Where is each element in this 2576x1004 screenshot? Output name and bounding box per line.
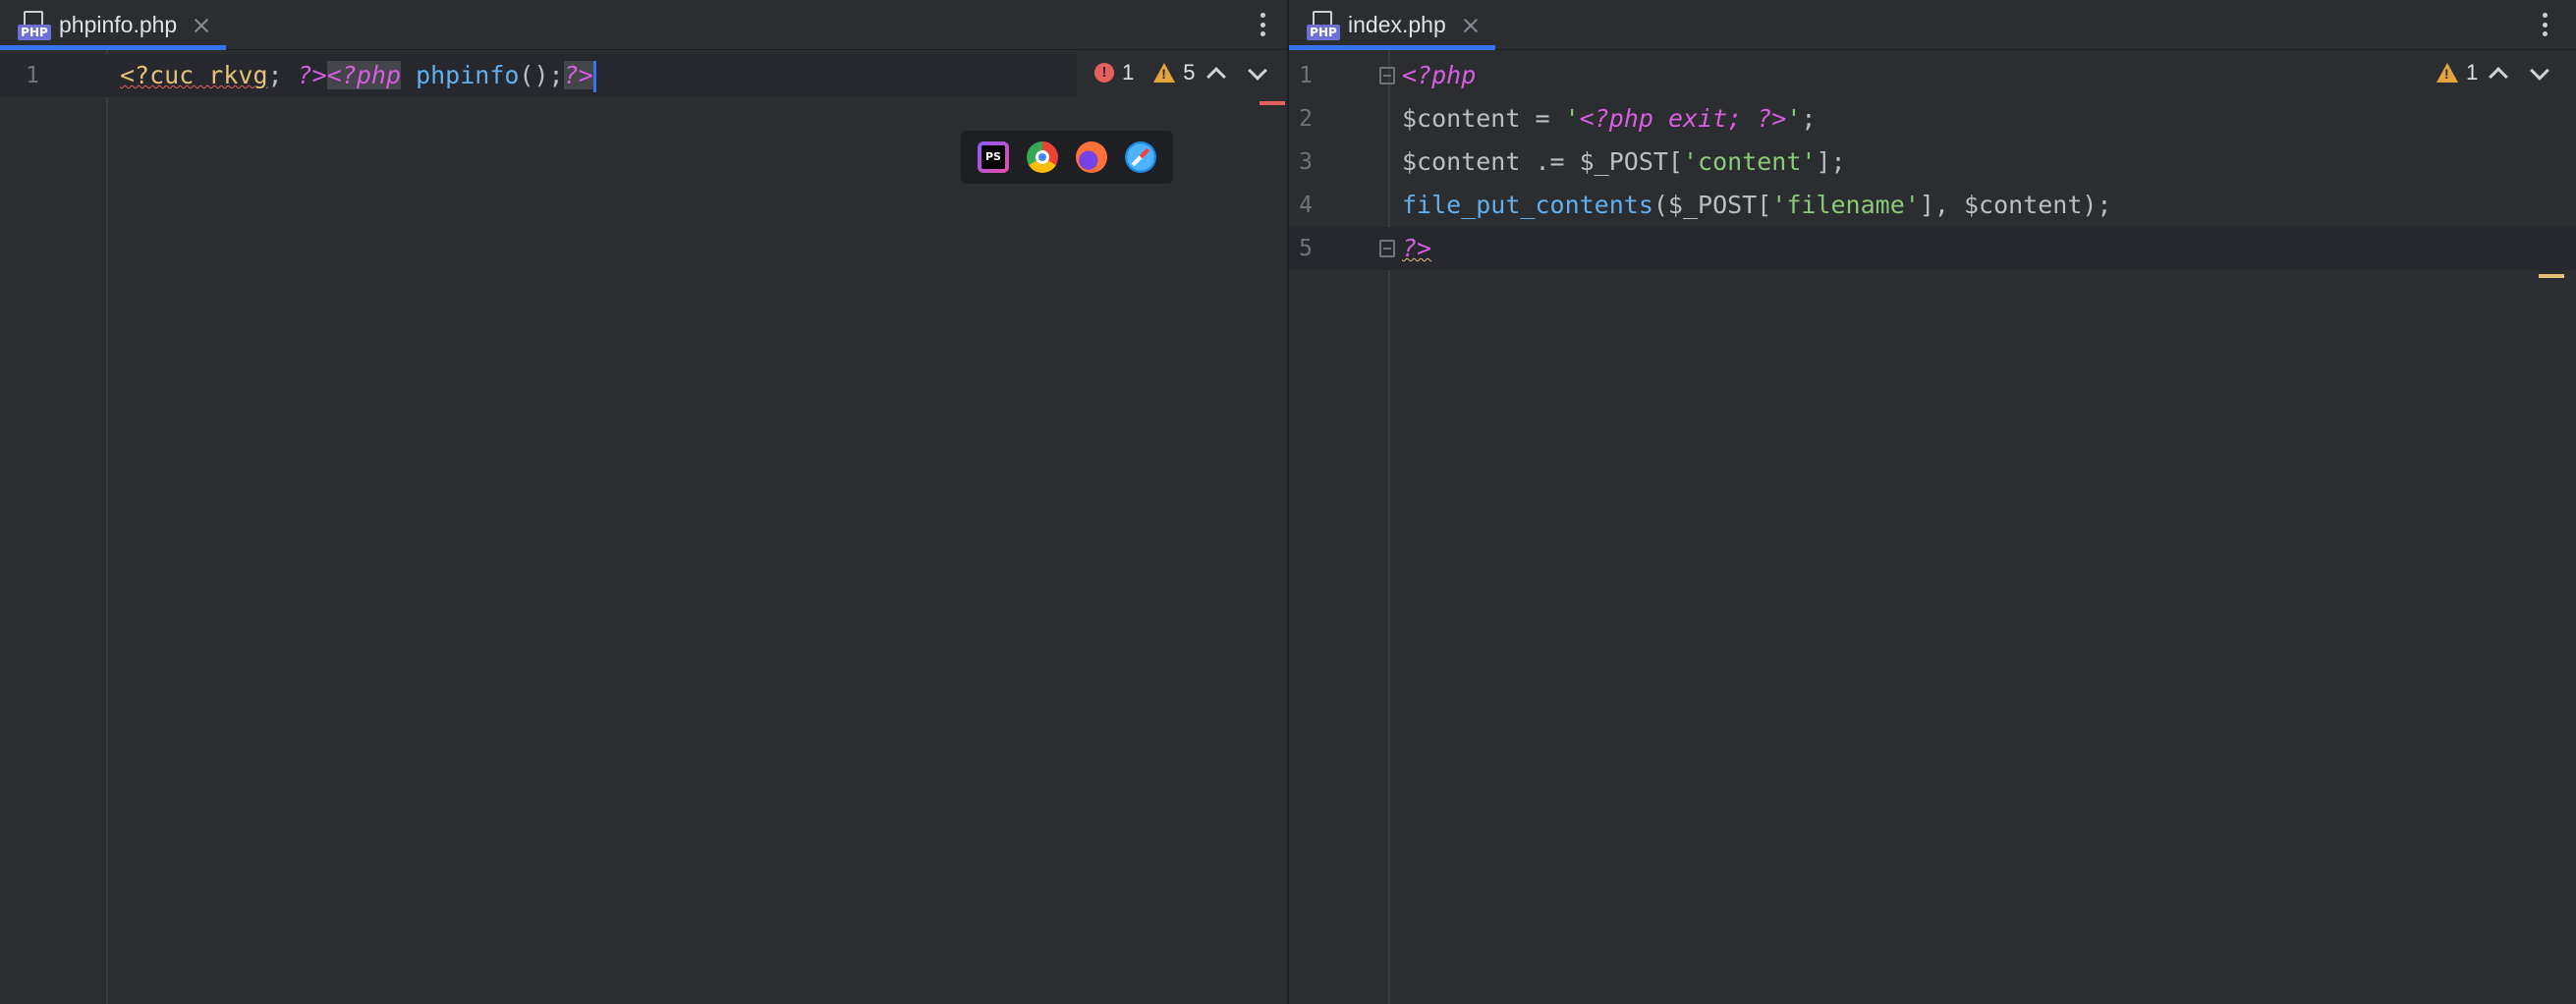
- warning-icon: [1153, 63, 1176, 83]
- left-editor-pane: PHP phpinfo.php 1 <?cuc rkvg; ?><?php ph…: [0, 0, 1287, 1004]
- code-line-2[interactable]: 2 $content = '<?php exit; ?>';: [1289, 97, 2576, 140]
- phpstorm-icon[interactable]: [978, 141, 1009, 173]
- tab-phpinfo[interactable]: PHP phpinfo.php: [0, 0, 227, 50]
- tab-label: phpinfo.php: [59, 12, 178, 37]
- next-highlight-icon[interactable]: [1247, 61, 1267, 81]
- line-number: 3: [1299, 149, 1313, 175]
- more-options-icon[interactable]: [1257, 10, 1268, 39]
- inspection-widget[interactable]: 1: [2436, 60, 2560, 86]
- line-number: 4: [1299, 193, 1313, 218]
- code-text[interactable]: $content = '<?php exit; ?>';: [1402, 97, 1816, 140]
- code-line-3[interactable]: 3 $content .= $_POST['content'];: [1289, 140, 2576, 184]
- warning-count: 1: [2466, 60, 2479, 84]
- safari-icon[interactable]: [1125, 141, 1156, 173]
- open-in-browser-bar: [961, 131, 1173, 184]
- line-number: 1: [1299, 63, 1313, 88]
- line-number: 2: [1299, 106, 1313, 132]
- inspection-widget[interactable]: ! 1 5: [1094, 60, 1278, 86]
- error-count: 1: [1122, 60, 1135, 84]
- code-line-5[interactable]: 5 ?>: [1289, 227, 2576, 270]
- right-editor-pane: PHP index.php 1 <?php 2 $content = '<?ph…: [1289, 0, 2576, 1004]
- more-options-icon[interactable]: [2539, 10, 2550, 39]
- chrome-icon[interactable]: [1027, 141, 1058, 173]
- code-line-1[interactable]: 1 <?php: [1289, 54, 2576, 97]
- code-line-4[interactable]: 4 file_put_contents($_POST['filename'], …: [1289, 184, 2576, 227]
- tab-index[interactable]: PHP index.php: [1289, 0, 1495, 50]
- code-text[interactable]: $content .= $_POST['content'];: [1402, 140, 1846, 184]
- previous-highlight-icon[interactable]: [1205, 67, 1226, 86]
- right-tab-bar: PHP index.php: [1289, 0, 2576, 50]
- code-line-1[interactable]: 1 <?cuc rkvg; ?><?php phpinfo();?>: [0, 54, 1077, 97]
- code-text[interactable]: <?cuc rkvg; ?><?php phpinfo();?>: [120, 54, 596, 97]
- close-icon[interactable]: [191, 15, 212, 36]
- fold-icon[interactable]: [1379, 67, 1395, 84]
- left-tab-bar: PHP phpinfo.php: [0, 0, 1287, 50]
- tab-label: index.php: [1348, 12, 1446, 37]
- fold-icon[interactable]: [1379, 240, 1395, 257]
- code-text[interactable]: file_put_contents($_POST['filename'], $c…: [1402, 184, 2111, 227]
- left-code-editor[interactable]: 1 <?cuc rkvg; ?><?php phpinfo();?> ! 1 5: [0, 50, 1287, 1004]
- warning-icon: [2436, 63, 2458, 83]
- code-text[interactable]: ?>: [1402, 227, 1431, 270]
- text-caret: [592, 61, 596, 92]
- close-icon[interactable]: [1460, 15, 1482, 36]
- php-file-icon: PHP: [18, 9, 51, 42]
- warning-count: 5: [1183, 60, 1196, 84]
- warning-stripe-marker[interactable]: [2539, 274, 2564, 278]
- code-text[interactable]: <?php: [1402, 54, 1476, 97]
- error-icon: !: [1094, 63, 1114, 83]
- line-number: 5: [1299, 236, 1313, 261]
- next-highlight-icon[interactable]: [2530, 61, 2550, 81]
- gutter-separator: [106, 50, 108, 1004]
- right-code-editor[interactable]: 1 <?php 2 $content = '<?php exit; ?>'; 3…: [1289, 50, 2576, 1004]
- previous-highlight-icon[interactable]: [2489, 67, 2509, 86]
- line-number: 1: [26, 63, 39, 88]
- php-file-icon: PHP: [1307, 9, 1340, 42]
- firefox-icon[interactable]: [1076, 141, 1107, 173]
